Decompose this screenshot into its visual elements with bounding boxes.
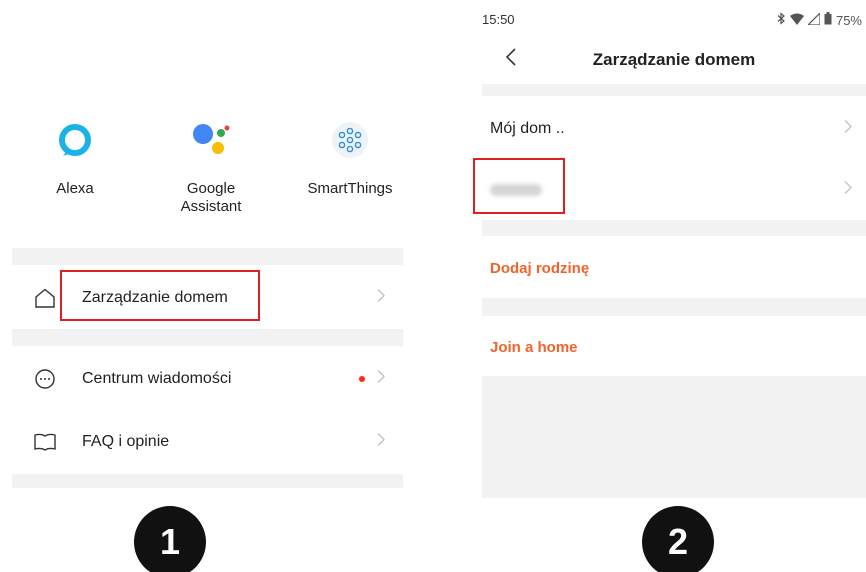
home-item[interactable]: Mój dom .. <box>482 99 866 159</box>
integration-google-assistant[interactable]: Google Assistant <box>156 118 266 216</box>
book-icon <box>34 431 56 453</box>
integration-label: Alexa <box>56 180 94 197</box>
empty-area <box>482 376 866 498</box>
integration-smartthings[interactable]: SmartThings <box>295 118 405 198</box>
status-time: 15:50 <box>482 12 515 27</box>
wifi-icon <box>789 13 804 28</box>
menu-item-label: FAQ i opinie <box>82 433 170 450</box>
section-divider <box>12 248 403 265</box>
section-divider <box>482 220 866 236</box>
step-badge-1: 1 <box>134 506 206 572</box>
battery-percent: 75% <box>835 12 862 28</box>
right-screen: 15:50 75% Zarządzanie domem Mój dom .. D… <box>473 0 866 498</box>
menu-item-message-center[interactable]: Centrum wiadomości <box>12 349 403 409</box>
google-assistant-icon <box>156 118 266 162</box>
status-bar: 15:50 75% <box>482 11 866 30</box>
notification-dot <box>359 376 365 382</box>
step-badge-2: 2 <box>642 506 714 572</box>
chevron-right-icon <box>844 181 852 200</box>
battery-icon <box>824 12 832 28</box>
integration-label: SmartThings <box>307 180 393 197</box>
page-title: Zarządzanie domem <box>592 50 756 69</box>
menu-item-faq[interactable]: FAQ i opinie <box>12 412 403 472</box>
chat-bubble-icon <box>34 368 56 390</box>
add-family-button[interactable]: Dodaj rodzinę <box>490 260 589 277</box>
menu-item-label: Centrum wiadomości <box>82 370 232 387</box>
section-divider <box>12 474 403 488</box>
signal-icon <box>806 11 821 28</box>
chevron-right-icon <box>377 370 385 389</box>
smartthings-icon <box>295 118 405 162</box>
alexa-icon <box>20 118 130 162</box>
integrations-row: Alexa Google Assistant SmartThings <box>12 118 403 228</box>
chevron-right-icon <box>844 120 852 139</box>
bluetooth-icon <box>776 12 786 28</box>
highlight-box <box>473 158 565 214</box>
chevron-right-icon <box>377 433 385 452</box>
section-divider <box>482 84 866 96</box>
highlight-box <box>60 270 260 321</box>
navigation-bar: Zarządzanie domem <box>482 40 866 80</box>
home-item-label: Mój dom .. <box>490 120 565 137</box>
integration-label-line2: Assistant <box>180 198 242 215</box>
chevron-right-icon <box>377 289 385 308</box>
status-icons: 75% <box>776 11 862 28</box>
join-home-button[interactable]: Join a home <box>490 339 578 356</box>
left-screen: Alexa Google Assistant SmartThings Zarzą… <box>12 0 403 488</box>
integration-label-line1: Google <box>186 180 236 197</box>
section-divider <box>482 298 866 316</box>
home-icon <box>34 287 56 309</box>
integration-alexa[interactable]: Alexa <box>20 118 130 198</box>
section-divider <box>12 329 403 346</box>
integration-label: Google Assistant <box>156 180 266 216</box>
